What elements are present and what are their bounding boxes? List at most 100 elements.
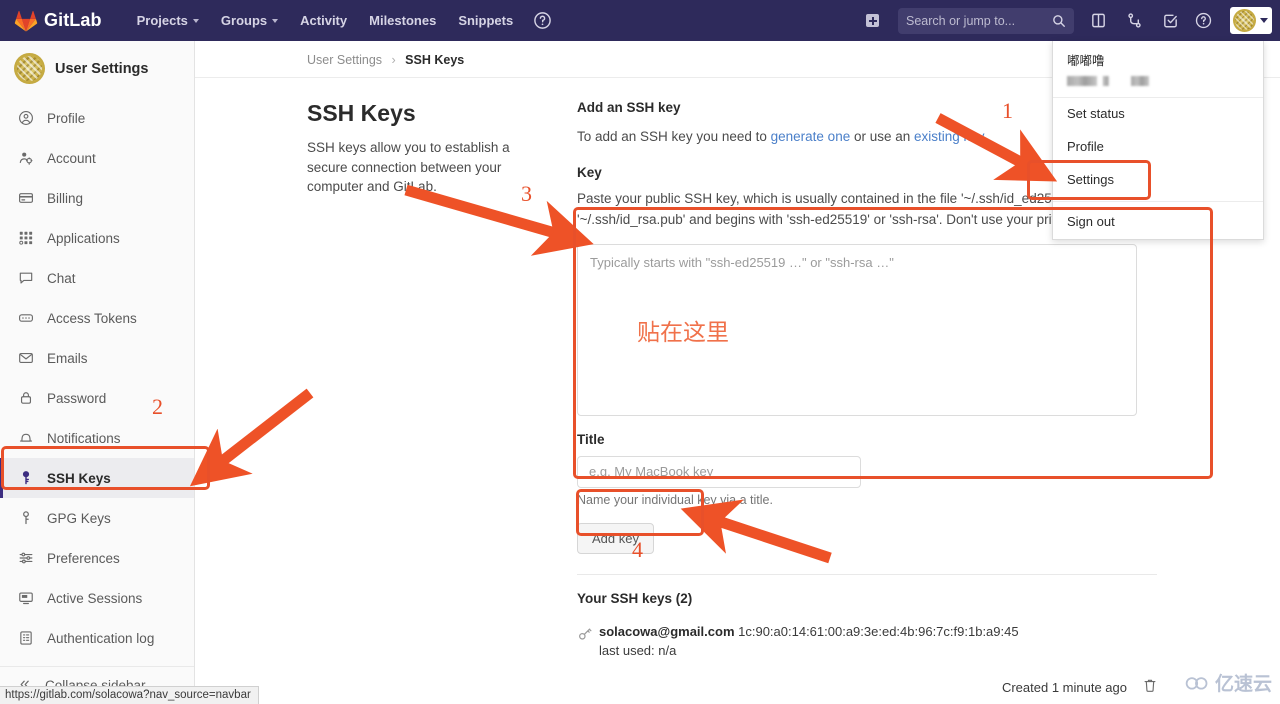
- sidebar-item-access-tokens-label: Access Tokens: [47, 310, 137, 326]
- page-description: SSH keys allow you to establish a secure…: [307, 140, 510, 195]
- sidebar-item-preferences[interactable]: Preferences: [0, 538, 194, 578]
- grid-apps-icon: [17, 230, 34, 247]
- issues-icon[interactable]: [1155, 6, 1185, 36]
- breadcrumb-separator: ›: [391, 53, 396, 67]
- user-menu-settings[interactable]: Settings: [1053, 164, 1263, 197]
- sidebar-item-account-label: Account: [47, 150, 96, 166]
- nav-item-activity-label: Activity: [300, 13, 348, 28]
- browser-status-bar: https://gitlab.com/solacowa?nav_source=n…: [0, 686, 259, 704]
- sidebar-item-gpg-keys-label: GPG Keys: [47, 510, 111, 526]
- intro-text-mid: or use an: [850, 129, 915, 144]
- user-settings-sidebar: User Settings Profile Account Billing Ap…: [0, 41, 195, 704]
- ssh-key-fingerprint: 1c:90:a0:14:61:00:a9:3e:ed:4b:96:7c:f9:1…: [738, 623, 1019, 639]
- ssh-key-list-item: solacowa@gmail.com 1c:90:a0:14:61:00:a9:…: [577, 622, 1157, 668]
- redacted-block: [1131, 75, 1149, 86]
- sidebar-item-gpg-keys[interactable]: GPG Keys: [0, 498, 194, 538]
- ssh-key-title: solacowa@gmail.com: [599, 623, 735, 639]
- ssh-key-title-input[interactable]: [577, 455, 861, 488]
- account-gear-icon: [17, 150, 34, 167]
- search-input[interactable]: Search or jump to...: [898, 7, 1074, 34]
- sidebar-item-notifications[interactable]: Notifications: [0, 418, 194, 458]
- sidebar-item-authentication-log[interactable]: Authentication log: [0, 618, 194, 658]
- user-icon: [17, 110, 34, 127]
- gpg-key-icon: [17, 510, 34, 527]
- token-icon: [17, 310, 34, 327]
- intro-text-pre: To add an SSH key you need to: [577, 129, 771, 144]
- generate-one-link[interactable]: generate one: [771, 129, 851, 144]
- user-menu-header: 嘟嘟噜: [1053, 41, 1263, 99]
- navbar-right-group: Search or jump to...: [859, 0, 1280, 41]
- key-icon: [577, 622, 599, 647]
- sidebar-item-password-label: Password: [47, 390, 107, 406]
- nav-item-milestones-label: Milestones: [369, 13, 437, 28]
- nav-item-projects[interactable]: Projects: [126, 0, 210, 41]
- ssh-key-line1: solacowa@gmail.com 1c:90:a0:14:61:00:a9:…: [599, 624, 1019, 639]
- merge-requests-icon[interactable]: [1119, 6, 1149, 36]
- user-menu-button[interactable]: [1230, 7, 1272, 34]
- todos-icon[interactable]: [1083, 6, 1113, 36]
- gitlab-brand-text: GitLab: [44, 10, 102, 30]
- nav-item-groups[interactable]: Groups: [210, 0, 289, 41]
- monitor-icon: [17, 590, 34, 607]
- user-menu-sign-out[interactable]: Sign out: [1053, 206, 1263, 239]
- sidebar-item-password[interactable]: Password: [0, 378, 194, 418]
- title-field-help: Name your individual key via a title.: [577, 492, 773, 507]
- existing-key-link[interactable]: existing key: [914, 129, 984, 144]
- nav-item-groups-label: Groups: [220, 13, 268, 28]
- breadcrumb-parent[interactable]: User Settings: [307, 53, 382, 67]
- sidebar-item-profile[interactable]: Profile: [0, 98, 194, 138]
- sidebar-item-account[interactable]: Account: [0, 138, 194, 178]
- sidebar-item-authentication-log-label: Authentication log: [47, 630, 155, 646]
- user-menu-display-name: 嘟嘟噜: [1067, 54, 1105, 68]
- sidebar-item-emails[interactable]: Emails: [0, 338, 194, 378]
- chevron-down-icon: [192, 18, 199, 23]
- chat-bubble-icon: [17, 270, 34, 287]
- sidebar-item-ssh-keys-label: SSH Keys: [47, 470, 111, 486]
- avatar: [14, 53, 45, 84]
- sidebar-item-chat-label: Chat: [47, 270, 76, 286]
- user-menu-dropdown: 嘟嘟噜 Set status Profile Settings Sign out: [1052, 41, 1264, 240]
- credit-card-icon: [17, 190, 34, 207]
- sidebar-item-chat[interactable]: Chat: [0, 258, 194, 298]
- sidebar-item-applications[interactable]: Applications: [0, 218, 194, 258]
- chevron-down-icon: [1260, 18, 1268, 23]
- nav-item-activity[interactable]: Activity: [289, 0, 358, 41]
- ssh-key-last-used: last used: n/a: [599, 643, 677, 659]
- log-book-icon: [17, 630, 34, 647]
- ssh-key-created: Created 1 minute ago: [1001, 679, 1127, 695]
- submit-row: Add key: [577, 522, 1157, 554]
- gitlab-ssh-keys-page: GitLab Projects Groups Activity Mileston…: [0, 0, 1280, 704]
- sidebar-item-access-tokens[interactable]: Access Tokens: [0, 298, 194, 338]
- nav-item-snippets-label: Snippets: [458, 13, 514, 28]
- search-placeholder: Search or jump to...: [906, 13, 1016, 28]
- gitlab-logo[interactable]: GitLab: [14, 9, 102, 32]
- redacted-block: [1067, 75, 1097, 86]
- your-ssh-keys-heading: Your SSH keys (2): [577, 590, 693, 606]
- user-menu-set-status[interactable]: Set status: [1053, 98, 1263, 131]
- lock-icon: [17, 390, 34, 407]
- sidebar-item-active-sessions[interactable]: Active Sessions: [0, 578, 194, 618]
- new-item-button[interactable]: [859, 14, 892, 27]
- ssh-key-textarea[interactable]: [577, 243, 1137, 416]
- sidebar-item-billing-label: Billing: [47, 190, 84, 206]
- ssh-key-meta-row: Created 1 minute ago: [577, 668, 1157, 704]
- help-circle-icon[interactable]: [527, 6, 557, 36]
- nav-item-projects-label: Projects: [136, 13, 188, 28]
- help-menu-button[interactable]: [1191, 6, 1222, 36]
- sidebar-item-billing[interactable]: Billing: [0, 178, 194, 218]
- user-menu-profile[interactable]: Profile: [1053, 131, 1263, 164]
- nav-item-milestones[interactable]: Milestones: [358, 0, 447, 41]
- sidebar-item-profile-label: Profile: [47, 110, 86, 126]
- nav-item-snippets[interactable]: Snippets: [447, 0, 524, 41]
- user-menu-handle-redacted: [1067, 74, 1249, 87]
- intro-text-post: .: [983, 129, 988, 144]
- navbar-menu: Projects Groups Activity Milestones Snip…: [126, 0, 561, 41]
- sidebar-item-active-sessions-label: Active Sessions: [47, 590, 143, 606]
- divider: [577, 573, 1157, 575]
- sidebar-header: User Settings: [0, 41, 194, 98]
- envelope-icon: [17, 350, 34, 367]
- sidebar-item-ssh-keys[interactable]: SSH Keys: [0, 458, 194, 498]
- trash-icon[interactable]: [1143, 678, 1157, 696]
- add-key-button[interactable]: Add key: [577, 522, 654, 554]
- settings-description-column: SSH Keys SSH keys allow you to establish…: [307, 100, 577, 704]
